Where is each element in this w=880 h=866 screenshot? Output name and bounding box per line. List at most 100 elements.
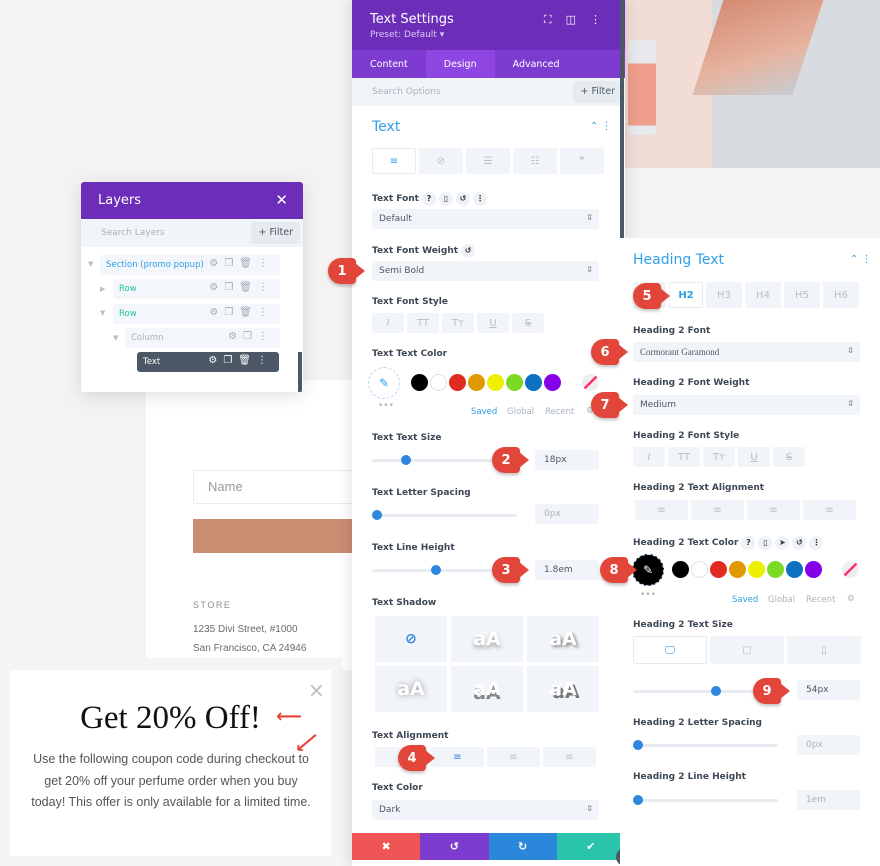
gear-icon[interactable]: ⚙ (847, 594, 855, 604)
responsive-icon[interactable]: ▯ (438, 192, 453, 206)
tab-h6[interactable]: H6 (823, 282, 859, 308)
saved-colors-tab[interactable]: Saved (471, 407, 497, 417)
filter-button[interactable]: + Filter (251, 222, 300, 244)
layer-item-section[interactable]: Section (promo popup) ⚙❐🗑⋮ (100, 255, 280, 275)
help-icon[interactable]: ? (741, 536, 756, 550)
name-input[interactable]: Name (193, 470, 358, 504)
text-font-weight-select[interactable]: Semi Bold ⇳ (372, 261, 599, 281)
align-right-icon[interactable]: ≡ (487, 747, 540, 767)
underline-button[interactable]: U (477, 313, 509, 333)
tab-h3[interactable]: H3 (706, 282, 742, 308)
saved-colors-tab[interactable]: Saved (732, 595, 758, 605)
italic-button[interactable]: I (633, 447, 665, 467)
hover-icon[interactable]: ➤ (775, 536, 790, 550)
paragraph-icon[interactable]: ≡ (372, 148, 416, 174)
tab-advanced[interactable]: Advanced (495, 50, 578, 78)
global-colors-tab[interactable]: Global (507, 407, 534, 417)
italic-button[interactable]: I (372, 313, 404, 333)
heading-size-slider-handle[interactable] (711, 686, 722, 696)
heading-letter-spacing-input[interactable]: 0px (797, 735, 860, 755)
panel-header-icons[interactable]: ⛶◫⋮ (544, 13, 615, 27)
align-justify-icon[interactable]: ≡ (803, 500, 856, 520)
layers-scrollbar[interactable] (298, 352, 302, 392)
align-right-icon[interactable]: ≡ (747, 500, 800, 520)
heading-font-select[interactable]: Cormorant Garamond ⇳ (633, 342, 860, 362)
layer-actions-icons[interactable]: ⚙❐🗑⋮ (208, 355, 273, 366)
text-size-input[interactable]: 18px (535, 450, 599, 470)
tab-content[interactable]: Content (352, 50, 426, 78)
layer-item-text[interactable]: Text ⚙❐🗑⋮ (137, 352, 279, 372)
color-swatch[interactable] (544, 374, 561, 391)
quote-icon[interactable]: ❞ (560, 148, 604, 174)
color-swatch[interactable] (411, 374, 428, 391)
tab-h5[interactable]: H5 (784, 282, 820, 308)
heading-section-title[interactable]: Heading Text (633, 252, 724, 268)
color-swatch[interactable] (805, 561, 822, 578)
help-icon[interactable]: ? (421, 192, 436, 206)
capitalize-button[interactable]: Tт (442, 313, 474, 333)
heading-line-height-slider[interactable] (633, 799, 778, 802)
text-size-slider-handle[interactable] (401, 455, 411, 465)
fullscreen-icon[interactable]: ⛶ (544, 13, 566, 26)
uppercase-button[interactable]: TT (668, 447, 700, 467)
reset-icon[interactable]: ↺ (792, 536, 807, 550)
color-swatch[interactable] (691, 561, 708, 578)
more-icon[interactable]: ⋮ (809, 536, 824, 550)
tab-h2[interactable]: H2 (669, 282, 703, 308)
layer-item-column[interactable]: Column ⚙❐⋮ (125, 328, 280, 348)
split-view-icon[interactable]: ◫ (566, 13, 590, 26)
color-swatch[interactable] (767, 561, 784, 578)
recent-colors-tab[interactable]: Recent (545, 407, 574, 417)
unordered-list-icon[interactable]: ☰ (466, 148, 510, 174)
heading-line-height-input[interactable]: 1em (797, 790, 860, 810)
no-color-swatch[interactable] (582, 374, 599, 391)
more-options-icon[interactable]: ⋮ (590, 13, 615, 26)
link-icon[interactable]: ⊘ (419, 148, 463, 174)
close-icon[interactable]: × (308, 680, 325, 700)
color-swatch[interactable] (672, 561, 689, 578)
desktop-icon[interactable]: 🖵 (633, 636, 707, 664)
collapse-icon[interactable]: ⌃ ⋮ (850, 254, 872, 265)
shadow-preset[interactable]: aA (451, 666, 523, 712)
color-swatch[interactable] (710, 561, 727, 578)
tab-design[interactable]: Design (425, 50, 495, 78)
caret-down-icon[interactable]: ▼ (113, 334, 118, 342)
more-colors-icon[interactable]: ••• (640, 590, 656, 600)
reset-icon[interactable]: ↺ (461, 244, 476, 258)
redo-button[interactable]: ↻ (488, 833, 557, 860)
filter-button[interactable]: + Filter (573, 81, 622, 103)
search-options-input[interactable]: Search Options + Filter (352, 78, 625, 106)
shadow-preset[interactable]: aA (451, 616, 523, 662)
heading-weight-select[interactable]: Medium ⇳ (633, 395, 860, 415)
tab-h4[interactable]: H4 (745, 282, 781, 308)
shadow-preset[interactable]: aA (527, 616, 599, 662)
align-center-icon[interactable]: ≡ (431, 747, 484, 767)
collapse-icon[interactable]: ⌃ ⋮ (590, 121, 612, 132)
text-font-select[interactable]: Default ⇳ (372, 209, 599, 229)
caret-down-icon[interactable]: ▼ (88, 260, 93, 268)
text-color-scheme-select[interactable]: Dark ⇳ (372, 800, 599, 820)
global-colors-tab[interactable]: Global (768, 595, 795, 605)
heading-letter-spacing-slider[interactable] (633, 744, 778, 747)
no-color-swatch[interactable] (842, 561, 859, 578)
save-button[interactable]: ✔ (556, 833, 625, 860)
color-swatch[interactable] (449, 374, 466, 391)
undo-button[interactable]: ↺ (420, 833, 489, 860)
preset-dropdown[interactable]: Preset: Default ▾ (370, 30, 607, 40)
underline-button[interactable]: U (738, 447, 770, 467)
more-colors-icon[interactable]: ••• (378, 401, 394, 411)
color-swatch[interactable] (786, 561, 803, 578)
close-icon[interactable]: ✕ (275, 191, 288, 209)
eyedropper-icon[interactable]: ✎ (368, 367, 400, 399)
letter-spacing-slider-handle[interactable] (372, 510, 382, 520)
recent-colors-tab[interactable]: Recent (806, 595, 835, 605)
layer-actions-icons[interactable]: ⚙❐🗑⋮ (209, 258, 274, 269)
caret-right-icon[interactable]: ▶ (100, 285, 105, 293)
tablet-icon[interactable]: ▢ (710, 636, 784, 664)
letter-spacing-input[interactable]: 0px (535, 504, 599, 524)
line-height-slider-handle[interactable] (431, 565, 442, 575)
section-title-text[interactable]: Text (372, 119, 400, 135)
color-swatch[interactable] (525, 374, 542, 391)
more-icon[interactable]: ⋮ (472, 192, 487, 206)
color-swatch[interactable] (468, 374, 485, 391)
